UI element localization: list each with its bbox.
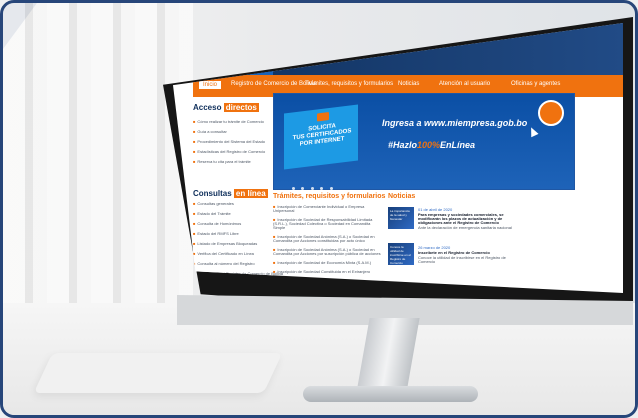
banner-url-text: Ingresa a www.miempresa.gob.bo bbox=[382, 118, 528, 128]
thumb-label: La importancia de la salud y bienestar bbox=[390, 209, 410, 221]
slogan-percent: 100% bbox=[417, 140, 441, 150]
tramites-title: Trámites, requisitos y formularios bbox=[273, 193, 386, 200]
pagination-dot[interactable] bbox=[292, 187, 295, 190]
consultas-title: Consultas en línea bbox=[193, 189, 268, 198]
news-section: Noticias La importancia de la salud y bi… bbox=[388, 193, 518, 288]
consultas-item[interactable]: Consulta de Homónimos bbox=[193, 221, 283, 226]
tv-icon bbox=[317, 112, 329, 122]
acceso-title-text: Acceso bbox=[193, 103, 222, 112]
nav-item-oficinas[interactable]: Oficinas y agentes bbox=[511, 81, 560, 87]
badge-icon bbox=[538, 100, 564, 126]
window-curtain bbox=[3, 3, 193, 303]
tramites-section: Trámites, requisitos y formularios Inscr… bbox=[273, 193, 386, 288]
pagination-dot[interactable] bbox=[301, 187, 305, 190]
acceso-item[interactable]: Estadísticas del Registro de Comercio bbox=[193, 149, 265, 154]
logo-name: Fundempresa bbox=[199, 64, 252, 73]
tramite-link[interactable]: Inscripción de Comerciante Individual o … bbox=[273, 205, 383, 213]
left-sidebar: Acceso directos Cómo realizar tu trámite… bbox=[193, 97, 283, 277]
tramite-link[interactable]: Inscripción de Sociedad Anónima (S.A.) o… bbox=[273, 248, 383, 256]
nav-item-tramites[interactable]: Trámites, requisitos y formularios bbox=[305, 81, 393, 87]
consultas-item[interactable]: Listado de Empresas Bloqueadas bbox=[193, 241, 283, 246]
mouse-cursor-icon bbox=[527, 125, 539, 138]
nav-item-noticias[interactable]: Noticias bbox=[398, 81, 419, 87]
consultas-item[interactable]: Estado del Trámite bbox=[193, 211, 283, 216]
consultas-item[interactable]: Consulta al número del Registro bbox=[193, 261, 283, 266]
slogan-suffix: EnLínea bbox=[440, 140, 476, 150]
acceso-item[interactable]: Reserva tu cita para el trámite bbox=[193, 159, 265, 164]
consultas-highlight: en línea bbox=[233, 189, 268, 198]
consultas-item[interactable]: Verifica del Certificado en Línea bbox=[193, 251, 283, 256]
news-headline[interactable]: Para empresas y sociedades comerciales, … bbox=[418, 213, 516, 225]
keyboard bbox=[33, 353, 283, 393]
tramite-link[interactable]: Inscripción de Sociedad de Economía Mixt… bbox=[273, 261, 383, 265]
slogan-prefix: #Hazlo bbox=[388, 140, 418, 150]
nav-item-atencion[interactable]: Atención al usuario bbox=[439, 81, 490, 87]
monitor-stand-base bbox=[303, 386, 478, 402]
news-thumbnail[interactable]: La importancia de la salud y bienestar bbox=[388, 207, 414, 229]
news-title: Noticias bbox=[388, 193, 416, 200]
acceso-highlight: directos bbox=[223, 103, 259, 112]
acceso-item[interactable]: Procedimiento del Sistema del Estado bbox=[193, 139, 265, 144]
banner-slogan: #Hazlo100%EnLínea bbox=[388, 140, 475, 150]
acceso-directos-title: Acceso directos bbox=[193, 103, 259, 112]
consultas-item[interactable]: Estado del RMFS Libre bbox=[193, 231, 283, 236]
website-screen: Fundempresa Concesionaria del Registro d… bbox=[173, 23, 623, 293]
nav-item-inicio[interactable]: Inicio bbox=[199, 81, 222, 89]
pagination-dot[interactable] bbox=[310, 187, 314, 190]
acceso-item[interactable]: Cómo realizar tu trámite de Comercio bbox=[193, 119, 265, 124]
tramites-list: Inscripción de Comerciante Individual o … bbox=[273, 205, 383, 279]
tramite-link[interactable]: Inscripción de Sociedad Constituida en e… bbox=[273, 270, 383, 274]
consultas-item[interactable]: Consultas generales bbox=[193, 201, 283, 206]
photo-frame: Fundempresa Concesionaria del Registro d… bbox=[0, 0, 638, 418]
nav-item-registro[interactable]: Registro de Comercio de Bolivia bbox=[231, 81, 317, 87]
tramite-link[interactable]: Inscripción de Sociedad Anónima (S.A.) o… bbox=[273, 235, 383, 243]
tramite-link[interactable]: Inscripción de Sociedad de Responsabilid… bbox=[273, 218, 383, 230]
consultas-list: Consultas generales Estado del Trámite C… bbox=[193, 201, 283, 281]
news-thumbnail[interactable]: Conoce la utilidad de inscribirse en el … bbox=[388, 243, 414, 265]
news-item[interactable]: 26 marzo de 2020 Inscríbete en el Regist… bbox=[418, 245, 516, 264]
certificate-promo-text: SOLICITA TUS CERTIFICADOS POR INTERNET bbox=[292, 123, 352, 148]
hero-banner[interactable]: SOLICITA TUS CERTIFICADOS POR INTERNET I… bbox=[273, 93, 575, 190]
acceso-item[interactable]: Guía a consultar bbox=[193, 129, 265, 134]
acceso-list: Cómo realizar tu trámite de Comercio Guí… bbox=[193, 119, 265, 169]
certificate-promo-card: SOLICITA TUS CERTIFICADOS POR INTERNET bbox=[284, 104, 358, 170]
news-summary: Ante la declaración de emergencia sanita… bbox=[418, 225, 512, 230]
news-item[interactable]: 01 de abril de 2020 Para empresas y soci… bbox=[418, 207, 516, 230]
thumb-label: Conoce la utilidad de inscribirse en el … bbox=[390, 245, 411, 265]
pagination-dot[interactable] bbox=[329, 187, 333, 190]
news-summary: Conoce la utilidad de inscribirse en el … bbox=[418, 255, 506, 264]
pagination-dot[interactable] bbox=[320, 187, 324, 190]
consultas-title-text: Consultas bbox=[193, 189, 232, 198]
